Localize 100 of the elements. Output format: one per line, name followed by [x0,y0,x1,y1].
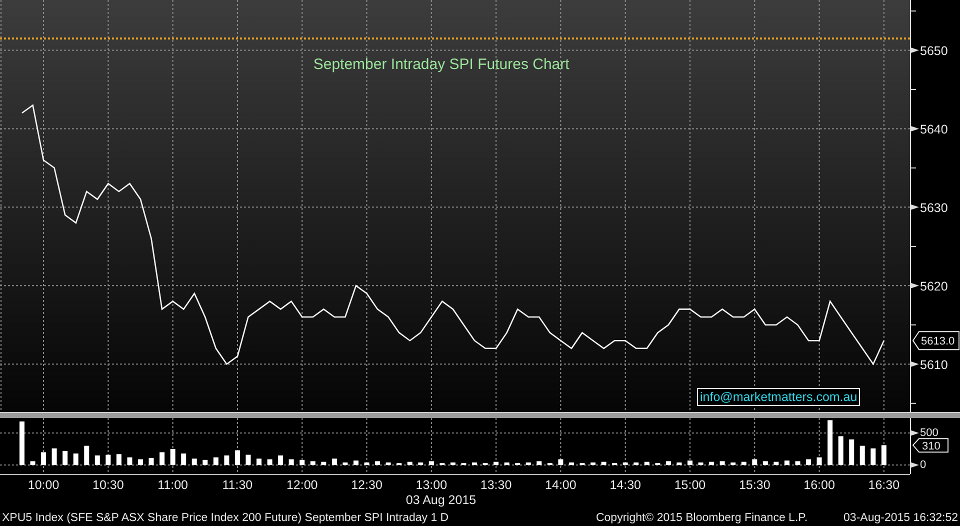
volume-bar [160,452,165,466]
price-tick-label: 5620 [920,280,948,294]
volume-bar [181,454,186,466]
volume-tick-label: 500 [920,427,938,439]
last-volume-marker [912,438,948,453]
volume-bar [774,462,779,466]
volume-bar [224,455,230,466]
time-tick-label: 10:00 [28,478,60,492]
volume-bar [730,462,736,466]
volume-bar [860,446,865,466]
axis-tick-marks [910,430,919,468]
volume-bar [353,460,358,466]
volume-bar [472,462,477,466]
price-tick-label: 5610 [920,358,948,372]
volume-bar [666,461,671,466]
volume-bar [440,463,445,466]
volume-bar [138,459,143,466]
volume-bar [300,460,305,466]
volume-bar [849,439,854,466]
volume-bar [870,448,876,466]
volume-bar [762,461,768,466]
volume-bar [62,450,68,466]
volume-bar [655,463,660,466]
volume-bar [428,461,434,466]
volume-bar [590,462,596,466]
volume-bar [116,454,122,466]
volume-bar [720,461,725,466]
volume-bar [568,462,574,466]
time-tick-label: 11:30 [222,478,253,492]
volume-bar [106,454,111,466]
volume-bar [515,463,520,466]
volume-bar [202,460,208,466]
volume-bar [644,462,650,466]
volume-bar [192,458,197,466]
time-tick-label: 16:00 [804,478,835,492]
volume-bar [688,460,692,466]
volume-bar [256,458,262,466]
volume-bar [795,461,800,466]
volume-bar [234,450,240,466]
last-price-label: 5613.0 [921,336,955,348]
volume-bar [321,462,326,466]
chart-title: September Intraday SPI Futures Chart [313,56,570,73]
volume-bar [73,454,78,466]
volume-bar [94,455,100,466]
volume-bar [536,461,542,466]
time-tick-label: 12:30 [351,478,382,492]
volume-bar [494,462,499,466]
time-tick-label: 10:30 [92,478,124,492]
volume-bar [310,461,316,466]
volume-bar [41,452,46,466]
volume-bar [558,459,564,466]
price-tick-label: 5630 [920,201,948,216]
volume-bar [547,463,552,466]
price-tick-label: 5640 [920,122,948,137]
volume-bar [364,462,370,466]
volume-bar [806,459,811,466]
volume-bar [213,457,218,466]
volume-bar [601,462,606,466]
contact-email-label: info@marketmatters.com.au [697,388,860,406]
volume-bar [816,457,822,466]
volume-bar [246,454,251,466]
time-tick-label: 13:30 [480,478,512,492]
volume-bar [386,462,391,466]
volume-bar [19,421,24,466]
volume-bar [342,462,348,466]
time-tick-label: 14:00 [545,478,576,492]
volume-bar [278,455,284,466]
volume-bar [881,445,886,466]
copyright-notice: Copyright© 2015 Bloomberg Finance L.P. [596,512,808,524]
volume-bar [170,449,176,466]
date-axis-label: 03 Aug 2015 [406,493,476,507]
volume-bar [676,462,682,466]
volume-bar [148,458,154,466]
volume-bar [418,462,424,466]
volume-bar [332,458,337,466]
timestamp: 03-Aug-2015 16:32:52 [844,512,958,524]
volume-bar [267,459,272,466]
last-volume-label: 310 [922,440,940,453]
time-tick-label: 12:00 [286,478,318,492]
volume-bar [450,462,456,466]
volume-bar [622,462,628,466]
time-tick-label: 15:00 [674,478,706,492]
volume-bar [396,463,402,466]
price-tick-label: 5650 [920,44,948,58]
volume-bar [30,461,36,466]
volume-bar [504,462,510,466]
volume-bar [580,463,585,466]
security-description: XPU5 Index (SFE S&P ASX Share Price Index 200 Future) September SPI Intraday 1 D [2,512,449,524]
volume-bar [698,462,704,466]
time-tick-label: 14:30 [610,478,641,492]
volume-bar [84,446,90,466]
volume-bar [482,463,488,466]
volume-bar [288,459,294,466]
volume-bar [741,462,746,466]
volume-bar [375,461,380,466]
volume-bar [612,463,618,466]
volume-bar [52,448,57,466]
volume-bar [407,462,412,466]
volume-bar [752,459,758,466]
volume-bar [784,460,790,466]
